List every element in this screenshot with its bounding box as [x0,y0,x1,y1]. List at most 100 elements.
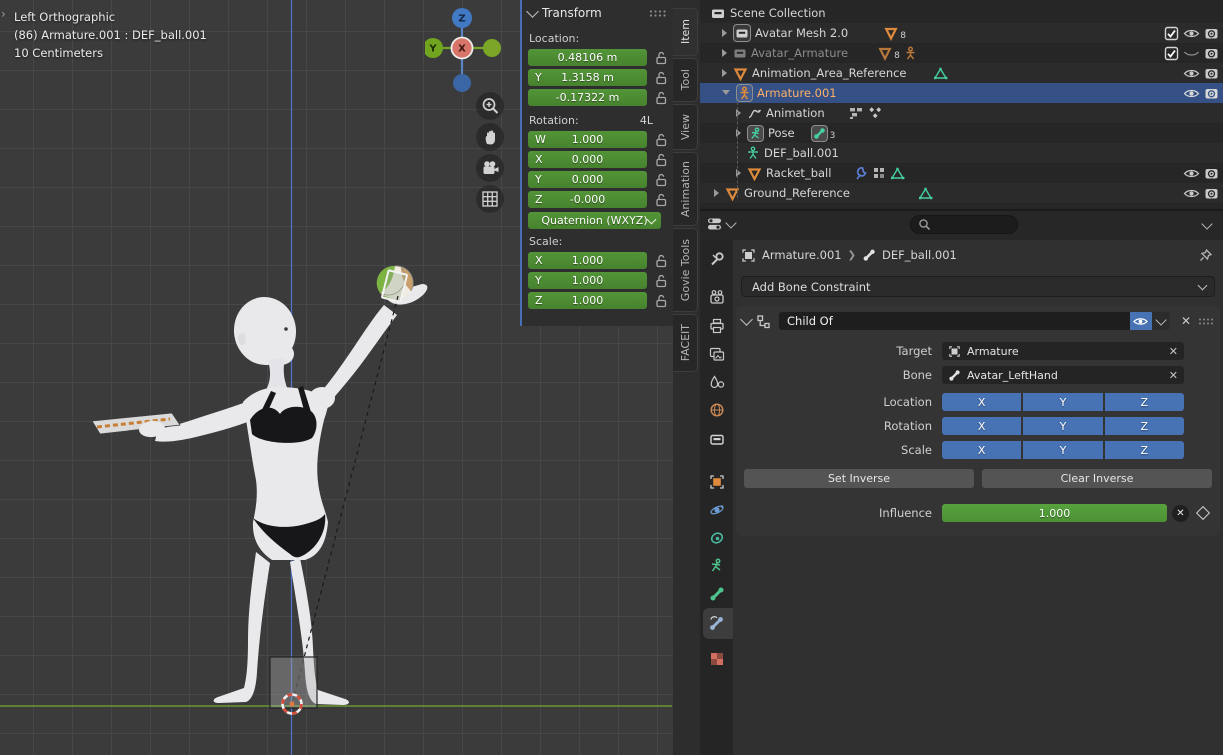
clear-bone-icon[interactable]: ✕ [1169,369,1178,382]
scale-z-toggle[interactable]: Z [1105,441,1184,459]
expand-arrow-icon[interactable] [714,189,719,197]
location-x-field[interactable]: 0.48106 m [528,49,647,66]
eye-icon[interactable] [1183,66,1200,81]
outliner-row-def-ball[interactable]: DEF_ball.001 [700,143,1223,163]
outliner-row-avatar-armature[interactable]: Avatar_Armature 8 [700,43,1223,63]
tab-govie-tools[interactable]: Govie Tools [673,228,698,312]
tab-output[interactable] [708,317,725,334]
location-z-field[interactable]: -0.17322 m [528,89,647,106]
outliner-row-animation[interactable]: Animation [700,103,1223,123]
tab-physics[interactable] [708,501,725,518]
target-object-field[interactable]: Armature ✕ [942,342,1184,360]
grid-toggle-button[interactable] [476,185,504,213]
eye-icon[interactable] [1183,86,1200,101]
rotation-y-field[interactable]: Y0.000 [528,171,647,188]
bone-rest-box[interactable] [270,657,317,708]
constraint-delete-button[interactable]: ✕ [1181,314,1191,328]
breadcrumb-bone[interactable]: DEF_ball.001 [882,248,957,262]
selectability-checkbox[interactable] [1164,26,1179,41]
rotation-z-toggle[interactable]: Z [1105,417,1184,435]
scale-z-field[interactable]: Z1.000 [528,292,647,309]
tab-render[interactable] [708,288,725,305]
toolbar-collapse-arrow[interactable]: › [1,7,6,21]
zoom-tool-button[interactable] [476,92,504,120]
lock-icon[interactable] [656,91,667,105]
outliner-row-animation-area-reference[interactable]: Animation_Area_Reference [700,63,1223,83]
lock-icon[interactable] [656,254,667,268]
rotation-z-field[interactable]: Z-0.000 [528,191,647,208]
lock-icon[interactable] [656,71,667,85]
properties-search-input[interactable] [910,215,1018,234]
target-bone-field[interactable]: Avatar_LeftHand ✕ [942,366,1184,384]
influence-slider[interactable]: 1.000 [942,504,1167,522]
rotation-y-toggle[interactable]: Y [1023,417,1102,435]
tab-collection-properties[interactable] [708,430,725,447]
navigation-gizmo[interactable]: Z Y X [425,4,505,99]
keyframe-decorator-icon[interactable] [1196,506,1210,520]
tab-object-properties[interactable] [708,473,725,490]
gizmo-axis-z[interactable]: Z [452,8,472,28]
tab-item[interactable]: Item [673,8,698,56]
gizmo-axis-z-neg[interactable] [453,74,471,92]
rotation-mode-dropdown[interactable]: Quaternion (WXYZ) [528,212,661,229]
constraint-visibility-button[interactable] [1130,312,1152,330]
rotation-x-toggle[interactable]: X [942,417,1021,435]
constraint-name-field[interactable]: Child Of [779,312,1130,330]
expand-arrow-icon[interactable] [722,49,727,57]
scale-y-field[interactable]: Y1.000 [528,272,647,289]
editor-type-selector[interactable] [706,216,735,232]
gizmo-axis-y-neg[interactable] [483,39,501,57]
breadcrumb-object[interactable]: Armature.001 [762,248,842,262]
collapse-arrow-icon[interactable] [722,90,730,99]
lock-icon[interactable] [656,173,667,187]
expand-arrow-icon[interactable] [722,29,727,37]
tab-world[interactable] [708,401,725,418]
eye-icon[interactable] [1183,166,1200,181]
panel-expand-chevron-icon[interactable] [526,5,539,18]
outliner-row-ground-reference[interactable]: Ground_Reference [700,183,1223,203]
render-camera-icon[interactable] [1204,86,1219,101]
outliner-row-avatar-mesh[interactable]: Avatar Mesh 2.0 8 [700,23,1223,43]
rotation-x-field[interactable]: X0.000 [528,151,647,168]
tab-view[interactable]: View [673,104,698,150]
scale-y-toggle[interactable]: Y [1023,441,1102,459]
lock-icon[interactable] [656,153,667,167]
tab-object-data-armature[interactable] [708,557,725,574]
location-y-field[interactable]: Y1.3158 m [528,69,647,86]
tab-scene[interactable] [708,373,725,390]
expand-arrow-icon[interactable] [722,69,727,77]
panel-drag-dots-icon[interactable] [1198,317,1214,326]
panel-drag-dots-icon[interactable] [649,9,667,18]
tab-texture[interactable] [708,650,725,667]
render-camera-icon[interactable] [1204,66,1219,81]
eye-icon[interactable] [1183,26,1200,41]
transform-panel-title[interactable]: Transform [542,6,602,20]
render-camera-icon[interactable] [1204,46,1219,61]
lock-icon[interactable] [656,51,667,65]
selectability-checkbox[interactable] [1164,46,1179,61]
pin-icon[interactable] [1198,248,1213,263]
scale-x-field[interactable]: X1.000 [528,252,647,269]
gizmo-axis-x[interactable]: X [452,38,473,59]
tab-animation[interactable]: Animation [673,152,698,226]
tab-tool[interactable]: Tool [673,58,698,102]
tab-bone-properties[interactable] [708,585,725,602]
outliner-row-racket-ball[interactable]: Racket_ball [700,163,1223,183]
outliner-row-scene-collection[interactable]: Scene Collection [700,3,1223,23]
location-z-toggle[interactable]: Z [1105,393,1184,411]
eye-icon[interactable] [1183,186,1200,201]
render-camera-icon[interactable] [1204,26,1219,41]
pan-tool-button[interactable] [476,123,504,151]
location-y-toggle[interactable]: Y [1023,393,1102,411]
tab-bone-constraints-active[interactable] [708,615,725,632]
camera-view-button[interactable] [476,154,504,182]
gizmo-axis-y[interactable]: Y [425,38,443,58]
tab-tool-settings[interactable] [708,250,725,267]
clear-influence-animation-button[interactable]: ✕ [1172,505,1189,522]
eye-closed-icon[interactable] [1183,46,1200,61]
scale-x-toggle[interactable]: X [942,441,1021,459]
panel-expand-chevron-icon[interactable] [740,313,753,326]
render-camera-icon[interactable] [1204,166,1219,181]
add-bone-constraint-button[interactable]: Add Bone Constraint [741,276,1215,297]
outliner-row-armature-001[interactable]: Armature.001 [700,83,1223,103]
